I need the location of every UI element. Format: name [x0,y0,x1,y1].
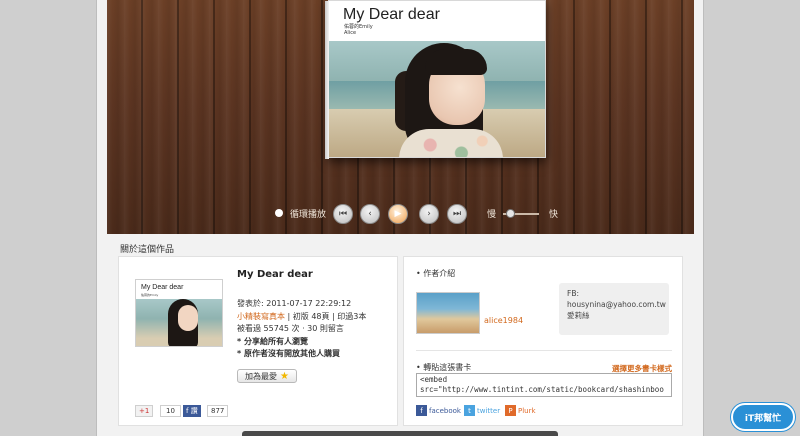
thumbnail-title: My Dear dear [141,284,184,291]
facebook-like-button[interactable]: f 讚 [183,405,201,417]
play-button[interactable]: ▶ [388,204,408,224]
facebook-like-count: 877 [207,405,229,417]
bio-line: 愛莉絲 [567,311,590,320]
author-panel: • 作者介紹 alice1984 FB: housynina@yahoo.com… [403,256,683,426]
book-subtitle: 佑蓉的Emily [344,24,373,30]
photo-dress [399,129,503,157]
share-plurk-label: Plurk [518,406,536,415]
embed-code-textarea[interactable]: <embed src="http://www.tintint.com/stati… [416,373,672,397]
author-avatar[interactable] [416,292,480,334]
first-page-button[interactable]: ⏮ [333,204,353,224]
section-title: 關於這個作品 [120,245,175,255]
edition-info: | 初版 48頁 | 印過3本 [285,312,367,321]
player-controls: 循環播放 ⏮ ‹ ▶ › ⏭ 慢 快 [107,200,694,230]
add-favorite-label: 加為最愛 [245,371,277,381]
share-facebook[interactable]: f facebook [416,405,461,416]
bio-line: FB: [567,289,579,298]
work-title: My Dear dear [237,269,313,280]
twitter-icon: t [464,405,475,416]
loop-toggle[interactable] [275,209,283,217]
share-twitter[interactable]: t twitter [464,405,500,416]
share-note: * 分享給所有人瀏覽 [237,337,308,346]
bottom-scroll-strip [242,431,558,436]
purchase-note: * 原作者沒有開放其他人購買 [237,349,340,358]
author-heading: • 作者介紹 [416,269,456,278]
gplus-button[interactable]: +1 [135,405,154,417]
speed-slow-label: 慢 [487,210,497,220]
thumbnail-face [178,305,198,331]
add-favorite-button[interactable]: 加為最愛 ★ [237,369,297,383]
facebook-like-label: f 讚 [186,407,198,415]
book-title: My Dear dear [343,6,440,23]
share-twitter-label: twitter [477,406,501,415]
gplus-count: 10 [160,405,181,417]
skip-forward-icon: ⏭ [452,209,462,219]
chevron-right-icon: › [427,209,431,219]
next-page-button[interactable]: › [419,204,439,224]
book-cover[interactable]: My Dear dear 佑蓉的Emily Alice [325,0,546,159]
published-date: 發表於: 2011-07-17 22:29:12 [237,299,352,308]
product-info: 小精裝寫真本 | 初版 48頁 | 印過3本 [237,311,366,322]
share-facebook-label: facebook [429,406,461,415]
view-stats: 被看過 55745 次 · 30 則留言 [237,324,344,333]
thumbnail-subtitle: 佑蓉的Emily [141,293,159,297]
bio-line: housynina@yahoo.com.tw [567,300,666,309]
badge-label: iT邦幫忙 [744,413,782,424]
speed-slider-handle[interactable] [506,209,516,218]
author-bio-bubble: FB: housynina@yahoo.com.tw 愛莉絲 [559,283,669,335]
work-info-panel: My Dear dear 佑蓉的Emily My Dear dear 發表於: … [118,256,398,426]
speed-fast-label: 快 [549,210,559,220]
plurk-icon: P [505,405,516,416]
play-icon: ▶ [394,209,402,219]
cover-photo [329,41,545,157]
star-icon: ★ [280,370,289,382]
ithome-badge-logo[interactable]: iT邦幫忙 [731,403,795,431]
skip-back-icon: ⏮ [338,209,348,219]
last-page-button[interactable]: ⏭ [447,204,467,224]
embed-heading: • 轉貼這張書卡 [416,363,472,372]
facebook-icon: f [416,405,427,416]
share-plurk[interactable]: P Plurk [505,405,536,416]
author-name-link[interactable]: alice1984 [484,316,523,325]
book-stage: My Dear dear 佑蓉的Emily Alice [107,0,694,234]
prev-page-button[interactable]: ‹ [360,204,380,224]
divider [416,350,672,351]
gplus-label: +1 [139,407,150,415]
chevron-left-icon: ‹ [368,209,372,219]
loop-label: 循環播放 [290,210,327,220]
photo-bangs [425,49,487,75]
product-type-link[interactable]: 小精裝寫真本 [237,312,285,321]
book-author: Alice [344,30,357,36]
work-thumbnail[interactable]: My Dear dear 佑蓉的Emily [135,279,223,347]
